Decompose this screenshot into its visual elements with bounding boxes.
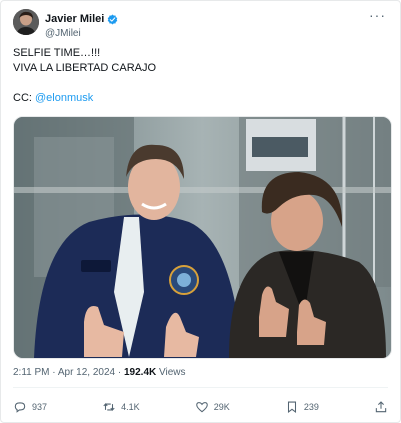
tweet-line-2: VIVA LA LIBERTAD CARAJO <box>13 62 157 74</box>
tweet-date[interactable]: Apr 12, 2024 <box>58 367 115 378</box>
share-icon <box>375 401 387 413</box>
views-count: 192.4K <box>124 367 157 378</box>
verified-badge-icon <box>108 14 118 25</box>
like-count: 29K <box>213 402 230 412</box>
share-button[interactable] <box>374 400 388 414</box>
divider <box>13 387 388 388</box>
tweet-time[interactable]: 2:11 PM <box>13 367 50 378</box>
reply-icon <box>14 402 26 413</box>
heart-icon <box>195 402 208 413</box>
reply-button[interactable]: 937 <box>13 400 47 414</box>
author-display-name[interactable]: Javier Milei <box>45 13 104 26</box>
retweet-count: 4.1K <box>121 402 140 412</box>
action-bar: 937 4.1K 29K 239 <box>13 397 388 417</box>
more-horizontal-icon[interactable]: ··· <box>369 8 386 22</box>
tweet-text: SELFIE TIME…!!! VIVA LA LIBERTAD CARAJO … <box>13 46 388 106</box>
cc-prefix: CC: <box>13 92 35 104</box>
meta-separator-2: · <box>115 367 124 378</box>
tweet-cc-line: CC: @elonmusk <box>13 91 388 106</box>
avatar[interactable] <box>13 9 39 35</box>
like-button[interactable]: 29K <box>195 400 230 414</box>
mention-link[interactable]: @elonmusk <box>35 92 93 104</box>
author-display-name-row[interactable]: Javier Milei <box>45 13 118 26</box>
tweet-header: Javier Milei @JMilei ··· <box>13 8 390 41</box>
reply-count: 937 <box>32 402 48 412</box>
meta-separator: · <box>49 367 58 378</box>
views-label: Views <box>156 367 186 378</box>
tweet-meta: 2:11 PM · Apr 12, 2024 · 192.4K Views <box>13 367 186 378</box>
bookmark-icon <box>287 401 296 414</box>
retweet-button[interactable]: 4.1K <box>102 400 140 414</box>
author-names: Javier Milei @JMilei <box>45 9 118 40</box>
bookmark-button[interactable]: 239 <box>285 400 319 414</box>
tweet-line-1: SELFIE TIME…!!! <box>13 47 101 59</box>
bookmark-count: 239 <box>303 402 319 412</box>
retweet-icon <box>103 402 115 412</box>
tweet-card: Javier Milei @JMilei ··· SELFIE TIME…!!!… <box>0 0 401 423</box>
author-handle[interactable]: @JMilei <box>45 27 118 40</box>
tweet-photo[interactable] <box>13 116 392 359</box>
